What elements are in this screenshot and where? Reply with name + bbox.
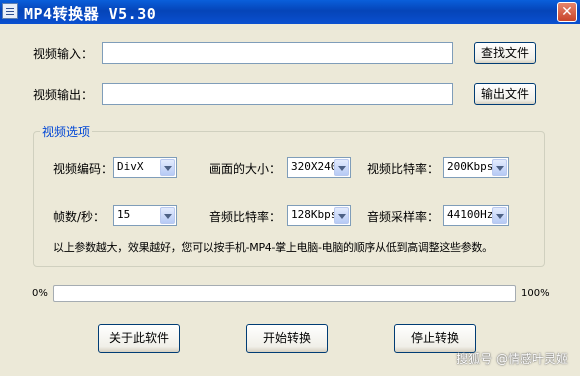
sample-rate-value: 44100Hz (447, 208, 494, 221)
frame-size-value: 320X240 (291, 160, 338, 173)
video-codec-label: 视频编码： (53, 162, 114, 176)
audio-bitrate-select[interactable]: 128Kbps (287, 205, 351, 226)
video-options-title: 视频选项 (40, 123, 93, 140)
video-input-label: 视频输入： (33, 47, 94, 61)
browse-file-button[interactable]: 查找文件 (474, 42, 536, 64)
output-file-button[interactable]: 输出文件 (474, 83, 536, 105)
video-output-field[interactable] (102, 83, 453, 105)
video-codec-select[interactable]: DivX (113, 157, 177, 178)
video-bitrate-label: 视频比特率： (367, 162, 440, 176)
audio-bitrate-value: 128Kbps (291, 208, 338, 221)
stop-convert-button[interactable]: 停止转换 (394, 324, 476, 353)
parameter-hint: 以上参数越大，效果越好，您可以按手机-MP4-掌上电脑-电脑的顺序从低到高调整这… (53, 241, 493, 254)
chevron-down-icon[interactable] (334, 159, 349, 176)
title-bar[interactable]: MP4转换器 V5.30 ✕ (0, 0, 580, 24)
fps-label: 帧数/秒： (53, 210, 106, 224)
watermark-text: 搜狐号 @情感叶灵姬 (456, 352, 568, 366)
video-output-label: 视频输出： (33, 88, 94, 102)
video-input-field[interactable] (102, 42, 453, 64)
video-bitrate-select[interactable]: 200Kbps (443, 157, 509, 178)
progress-max-label: 100% (521, 288, 550, 299)
sample-rate-select[interactable]: 44100Hz (443, 205, 509, 226)
chevron-down-icon[interactable] (492, 207, 507, 224)
frame-size-label: 画面的大小： (209, 162, 282, 176)
chevron-down-icon[interactable] (160, 159, 175, 176)
chevron-down-icon[interactable] (492, 159, 507, 176)
close-icon: ✕ (561, 4, 573, 20)
video-bitrate-value: 200Kbps (447, 160, 494, 173)
progress-min-label: 0% (32, 288, 48, 299)
video-codec-value: DivX (117, 160, 144, 173)
chevron-down-icon[interactable] (334, 207, 349, 224)
app-window-icon (2, 3, 18, 19)
chevron-down-icon[interactable] (160, 207, 175, 224)
fps-select[interactable]: 15 (113, 205, 177, 226)
about-button[interactable]: 关于此软件 (98, 324, 180, 353)
frame-size-select[interactable]: 320X240 (287, 157, 351, 178)
audio-bitrate-label: 音频比特率： (209, 210, 282, 224)
close-button[interactable]: ✕ (557, 2, 577, 22)
fps-value: 15 (117, 208, 131, 221)
conversion-progress-bar (53, 285, 516, 302)
start-convert-button[interactable]: 开始转换 (246, 324, 328, 353)
sample-rate-label: 音频采样率： (367, 210, 440, 224)
window-title: MP4转换器 V5.30 (24, 5, 157, 23)
